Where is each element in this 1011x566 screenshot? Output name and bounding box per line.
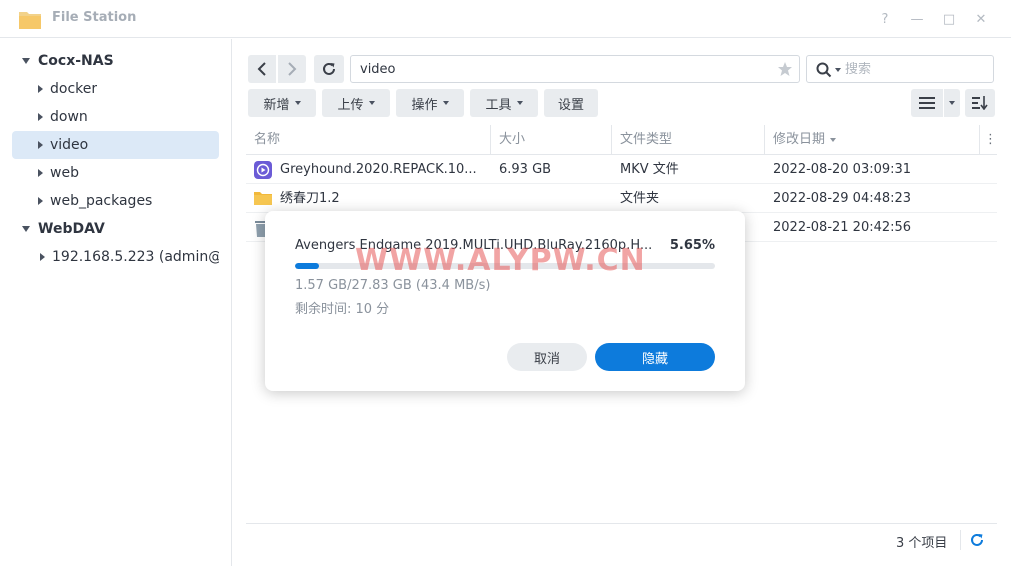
divider <box>960 530 961 550</box>
file-name: Greyhound.2020.REPACK.10... <box>280 162 477 177</box>
chevron-down-icon <box>368 101 375 105</box>
refresh-icon <box>323 62 335 75</box>
time-remaining: 剩余时间: 10 分 <box>295 302 390 317</box>
table-row[interactable]: Greyhound.2020.REPACK.10... 6.93 GB MKV … <box>246 155 997 184</box>
refresh-button[interactable] <box>314 55 344 83</box>
sort-button[interactable] <box>965 89 995 117</box>
cancel-button[interactable]: 取消 <box>507 343 587 371</box>
column-menu-icon[interactable]: ⋮ <box>980 125 997 155</box>
forward-button[interactable] <box>278 55 306 83</box>
search-icon[interactable] <box>816 62 832 78</box>
chevron-down-icon[interactable] <box>835 68 841 72</box>
settings-button[interactable]: 设置 <box>544 89 598 117</box>
chevron-down-icon <box>949 101 955 105</box>
chevron-down-icon[interactable] <box>22 226 30 232</box>
upload-button-label: 上传 <box>337 97 364 113</box>
file-name: 绣春刀1.2 <box>280 191 340 206</box>
tree-label: web <box>50 165 79 181</box>
file-size <box>499 184 609 213</box>
chevron-right-icon[interactable] <box>38 113 43 121</box>
tree-label: Cocx-NAS <box>38 53 114 69</box>
tree-label: web_packages <box>50 193 153 209</box>
progress-bar <box>295 263 715 269</box>
view-list-button[interactable] <box>911 89 943 117</box>
file-modified: 2022-08-29 04:48:23 <box>773 191 912 206</box>
upload-percent: 5.65% <box>669 238 715 253</box>
folder-app-icon <box>18 8 42 30</box>
tree-item-video[interactable]: video <box>12 131 219 159</box>
folder-icon <box>254 190 272 210</box>
chevron-right-icon[interactable] <box>38 141 43 149</box>
column-header-type[interactable]: 文件类型 <box>612 125 765 155</box>
title-bar: File Station ? — □ ✕ <box>0 0 1011 38</box>
tree-item-docker[interactable]: docker <box>12 75 219 103</box>
column-header-modified-label: 修改日期 <box>773 132 826 147</box>
chevron-down-icon <box>294 101 301 105</box>
new-button[interactable]: 新增 <box>248 89 316 117</box>
tree-label: video <box>50 137 89 153</box>
tree-item-cocx-nas[interactable]: Cocx-NAS <box>12 47 219 75</box>
action-button[interactable]: 操作 <box>396 89 464 117</box>
column-header-modified[interactable]: 修改日期 <box>765 125 980 155</box>
chevron-right-icon[interactable] <box>38 169 43 177</box>
tree-label: 192.168.5.223 (admin@1 <box>52 249 219 265</box>
upload-button[interactable]: 上传 <box>322 89 390 117</box>
item-count: 3 个项目 <box>896 536 948 551</box>
tree-item-web[interactable]: web <box>12 159 219 187</box>
star-icon[interactable] <box>777 61 793 77</box>
sort-desc-icon <box>830 137 837 142</box>
action-button-label: 操作 <box>411 97 438 113</box>
hide-button[interactable]: 隐藏 <box>595 343 715 371</box>
chevron-left-icon <box>257 62 266 76</box>
back-button[interactable] <box>248 55 276 83</box>
transfer-status: 1.57 GB/27.83 GB (43.4 MB/s) <box>295 278 491 293</box>
tree-item-webdav[interactable]: WebDAV <box>12 215 219 243</box>
minimize-icon[interactable]: — <box>906 8 928 30</box>
table-header: 名称 大小 文件类型 修改日期 ⋮ <box>246 125 997 155</box>
window-title: File Station <box>52 10 137 25</box>
column-header-size[interactable]: 大小 <box>491 125 612 155</box>
table-row[interactable]: 绣春刀1.2 文件夹 2022-08-29 04:48:23 <box>246 184 997 213</box>
tree-item-webdav-server[interactable]: 192.168.5.223 (admin@1 <box>12 243 219 271</box>
sidebar: Cocx-NAS docker down video web web_packa… <box>0 39 232 566</box>
chevron-down-icon <box>516 101 523 105</box>
refresh-icon[interactable] <box>969 532 985 548</box>
chevron-right-icon[interactable] <box>38 197 43 205</box>
file-type: MKV 文件 <box>620 162 679 177</box>
help-icon[interactable]: ? <box>874 8 896 30</box>
tree-label: WebDAV <box>38 221 105 237</box>
tree-item-down[interactable]: down <box>12 103 219 131</box>
tree-label: down <box>50 109 88 125</box>
view-dropdown-button[interactable] <box>944 89 960 117</box>
tools-button-label: 工具 <box>485 97 512 113</box>
status-bar: 3 个项目 <box>246 523 997 555</box>
search-input[interactable] <box>845 62 985 77</box>
tools-button[interactable]: 工具 <box>470 89 538 117</box>
sort-icon <box>972 96 988 110</box>
chevron-down-icon <box>442 101 449 105</box>
close-icon[interactable]: ✕ <box>970 8 992 30</box>
video-file-icon <box>254 161 272 183</box>
file-size: 6.93 GB <box>499 162 552 177</box>
upload-filename: Avengers Endgame 2019.MULTi.UHD.BluRay.2… <box>295 238 653 253</box>
search-box[interactable] <box>806 55 994 83</box>
file-modified: 2022-08-21 20:42:56 <box>773 220 912 235</box>
new-button-label: 新增 <box>263 97 290 113</box>
path-bar[interactable] <box>350 55 800 83</box>
chevron-down-icon[interactable] <box>22 58 30 64</box>
file-type: 文件夹 <box>620 191 660 206</box>
progress-bar-fill <box>295 263 319 269</box>
column-header-name[interactable]: 名称 <box>246 125 491 155</box>
chevron-right-icon[interactable] <box>38 85 43 93</box>
path-input[interactable] <box>360 62 760 77</box>
tree-label: docker <box>50 81 98 97</box>
settings-button-label: 设置 <box>557 97 584 113</box>
maximize-icon[interactable]: □ <box>938 8 960 30</box>
upload-progress-dialog: Avengers Endgame 2019.MULTi.UHD.BluRay.2… <box>265 211 745 391</box>
list-view-icon <box>919 97 935 109</box>
tree-item-web-packages[interactable]: web_packages <box>12 187 219 215</box>
file-modified: 2022-08-20 03:09:31 <box>773 162 912 177</box>
chevron-right-icon <box>288 62 297 76</box>
chevron-right-icon[interactable] <box>40 253 45 261</box>
